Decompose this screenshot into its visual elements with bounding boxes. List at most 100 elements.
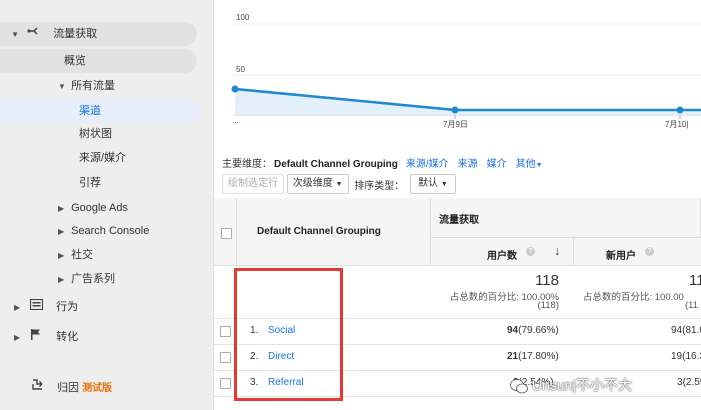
sidebar-item-treemap-label: 树状图	[79, 128, 112, 140]
plot-rows-button[interactable]: 绘制选定行	[222, 174, 284, 194]
sidebar-item-campaigns[interactable]: ▶ 广告系列	[0, 267, 115, 291]
row-checkbox[interactable]	[220, 378, 231, 389]
sidebar-item-all-traffic[interactable]: ▼ 所有流量	[0, 74, 115, 98]
column-header-new-users-label: 新用户	[606, 251, 636, 262]
row-new-users-value: 94	[671, 325, 683, 336]
sort-type-dropdown[interactable]: 默认 ▼	[410, 174, 456, 194]
sidebar-item-source-medium[interactable]: 来源/媒介	[0, 146, 126, 170]
caret-down-icon: ▼	[58, 82, 66, 91]
x-tick-label-jul9: 7月9日	[443, 120, 468, 129]
sidebar-item-social-label: 社交	[71, 249, 94, 261]
sidebar-item-conversions-label: 转化	[56, 331, 79, 343]
row-new-users-percent: (81.03	[682, 325, 701, 336]
caret-right-icon: ▶	[58, 251, 65, 260]
sidebar-item-channels-label: 渠道	[79, 105, 101, 117]
secondary-dimension-label: 次级维度	[292, 178, 333, 189]
y-tick-100: 100	[236, 13, 250, 22]
row-users: 94(79.66%)	[507, 325, 559, 336]
flag-icon	[27, 325, 45, 349]
group-header-label: 流量获取	[439, 215, 479, 226]
current-dimension: Default Channel Grouping	[274, 159, 398, 170]
row-new-users-value: 19	[671, 351, 683, 362]
dimension-link-source-medium[interactable]: 来源/媒介	[406, 159, 449, 170]
sidebar: ▼ 流量获取 概览 ▼ 所有流量 渠道 树状图 来源/媒介 引荐 ▶ Googl…	[0, 0, 213, 410]
chevron-down-icon: ▼	[535, 162, 543, 169]
row-new-users: 94(81.03	[671, 325, 701, 336]
acquisition-icon	[24, 22, 42, 46]
data-point[interactable]	[231, 85, 239, 93]
primary-dimension-bar: 主要维度： Default Channel Grouping 来源/媒介 来源 媒介 其他…	[222, 155, 543, 170]
sidebar-item-conversions[interactable]: ▶ 转化	[0, 325, 78, 349]
help-icon[interactable]: ?	[526, 247, 535, 256]
sidebar-item-referrals[interactable]: 引荐	[0, 171, 101, 195]
sidebar-item-search-console[interactable]: ▶ Search Console	[0, 219, 149, 243]
sidebar-item-overview[interactable]: 概览	[0, 49, 197, 73]
total-users: 118	[535, 272, 559, 289]
dimension-link-source[interactable]: 来源	[458, 159, 478, 170]
header-checkbox-cell	[214, 198, 237, 266]
dimension-header-cell[interactable]: Default Channel Grouping	[237, 198, 431, 266]
chevron-down-icon: ▼	[335, 181, 343, 188]
row-checkbox[interactable]	[220, 326, 231, 337]
row-users-percent: (17.80%)	[518, 351, 559, 362]
caret-right-icon: ▶	[58, 227, 65, 236]
sort-type-value: 默认	[418, 178, 439, 189]
sidebar-item-all-traffic-label: 所有流量	[71, 80, 116, 92]
sidebar-item-source-medium-label: 来源/媒介	[79, 152, 127, 164]
sidebar-item-attribution[interactable]: 归因 测试版	[0, 376, 112, 400]
wechat-icon	[510, 378, 528, 394]
attribution-icon	[28, 376, 46, 400]
data-point[interactable]	[451, 106, 459, 114]
sidebar-item-google-ads[interactable]: ▶ Google Ads	[0, 196, 128, 220]
table-toolbar: 绘制选定行 次级维度 ▼ 排序类型： 默认 ▼	[222, 174, 456, 196]
row-users: 21(17.80%)	[507, 351, 559, 362]
watermark-text: Unsun|不小不大	[531, 377, 632, 393]
dimension-link-medium[interactable]: 媒介	[487, 159, 507, 170]
sidebar-item-acquisition[interactable]: ▼ 流量获取	[0, 22, 197, 46]
sort-arrow-down-icon[interactable]: ↓	[554, 243, 561, 258]
row-new-users: 3(2.59	[677, 377, 701, 388]
primary-dimension-label: 主要维度：	[222, 159, 272, 170]
dimension-other-dropdown[interactable]: 其他▼	[516, 159, 543, 170]
total-new-users: 11	[689, 272, 701, 289]
sidebar-item-google-ads-label: Google Ads	[71, 202, 128, 214]
x-tick-start: ...	[232, 116, 239, 125]
row-checkbox[interactable]	[220, 352, 231, 363]
data-point[interactable]	[676, 106, 684, 114]
row-new-users-percent: (16.38	[682, 351, 701, 362]
sidebar-item-social[interactable]: ▶ 社交	[0, 243, 93, 267]
column-header-users[interactable]: 用户数 ? ↓	[431, 238, 574, 266]
column-header-new-users[interactable]: 新用户 ?	[574, 238, 701, 266]
secondary-dimension-dropdown[interactable]: 次级维度 ▼	[286, 174, 349, 194]
sidebar-item-referrals-label: 引荐	[79, 177, 101, 189]
help-icon[interactable]: ?	[645, 247, 654, 256]
dimension-other-label: 其他	[515, 159, 536, 170]
sidebar-item-acquisition-label: 流量获取	[53, 28, 98, 40]
group-header-acquisition: 流量获取	[431, 198, 701, 238]
caret-right-icon: ▶	[58, 275, 65, 284]
caret-down-icon: ▼	[11, 30, 19, 39]
dimension-header: Default Channel Grouping	[257, 226, 381, 237]
total-users-base: (118)	[537, 300, 559, 311]
sidebar-item-treemap[interactable]: 树状图	[0, 122, 112, 146]
caret-right-icon: ▶	[14, 303, 21, 312]
column-header-users-label: 用户数	[487, 251, 517, 262]
row-new-users: 19(16.38	[671, 351, 701, 362]
select-all-checkbox[interactable]	[221, 228, 232, 239]
sidebar-item-search-console-label: Search Console	[71, 225, 150, 237]
caret-right-icon: ▶	[58, 204, 65, 213]
sidebar-item-overview-label: 概览	[64, 55, 86, 67]
row-users-percent: (79.66%)	[518, 325, 559, 336]
sidebar-item-channels[interactable]: 渠道	[0, 99, 197, 123]
beta-badge: 测试版	[82, 383, 113, 394]
behavior-icon	[27, 295, 45, 319]
x-tick-label-jul10: 7月10|	[665, 120, 689, 129]
watermark: Unsun|不小不大	[510, 375, 632, 395]
highlight-box	[234, 268, 343, 401]
row-users-value: 21	[507, 351, 519, 362]
sidebar-item-behavior[interactable]: ▶ 行为	[0, 295, 78, 319]
sidebar-item-attribution-label: 归因	[57, 382, 80, 394]
sort-type-label: 排序类型：	[354, 180, 405, 192]
users-line-chart	[231, 23, 701, 119]
chevron-down-icon: ▼	[440, 181, 448, 188]
